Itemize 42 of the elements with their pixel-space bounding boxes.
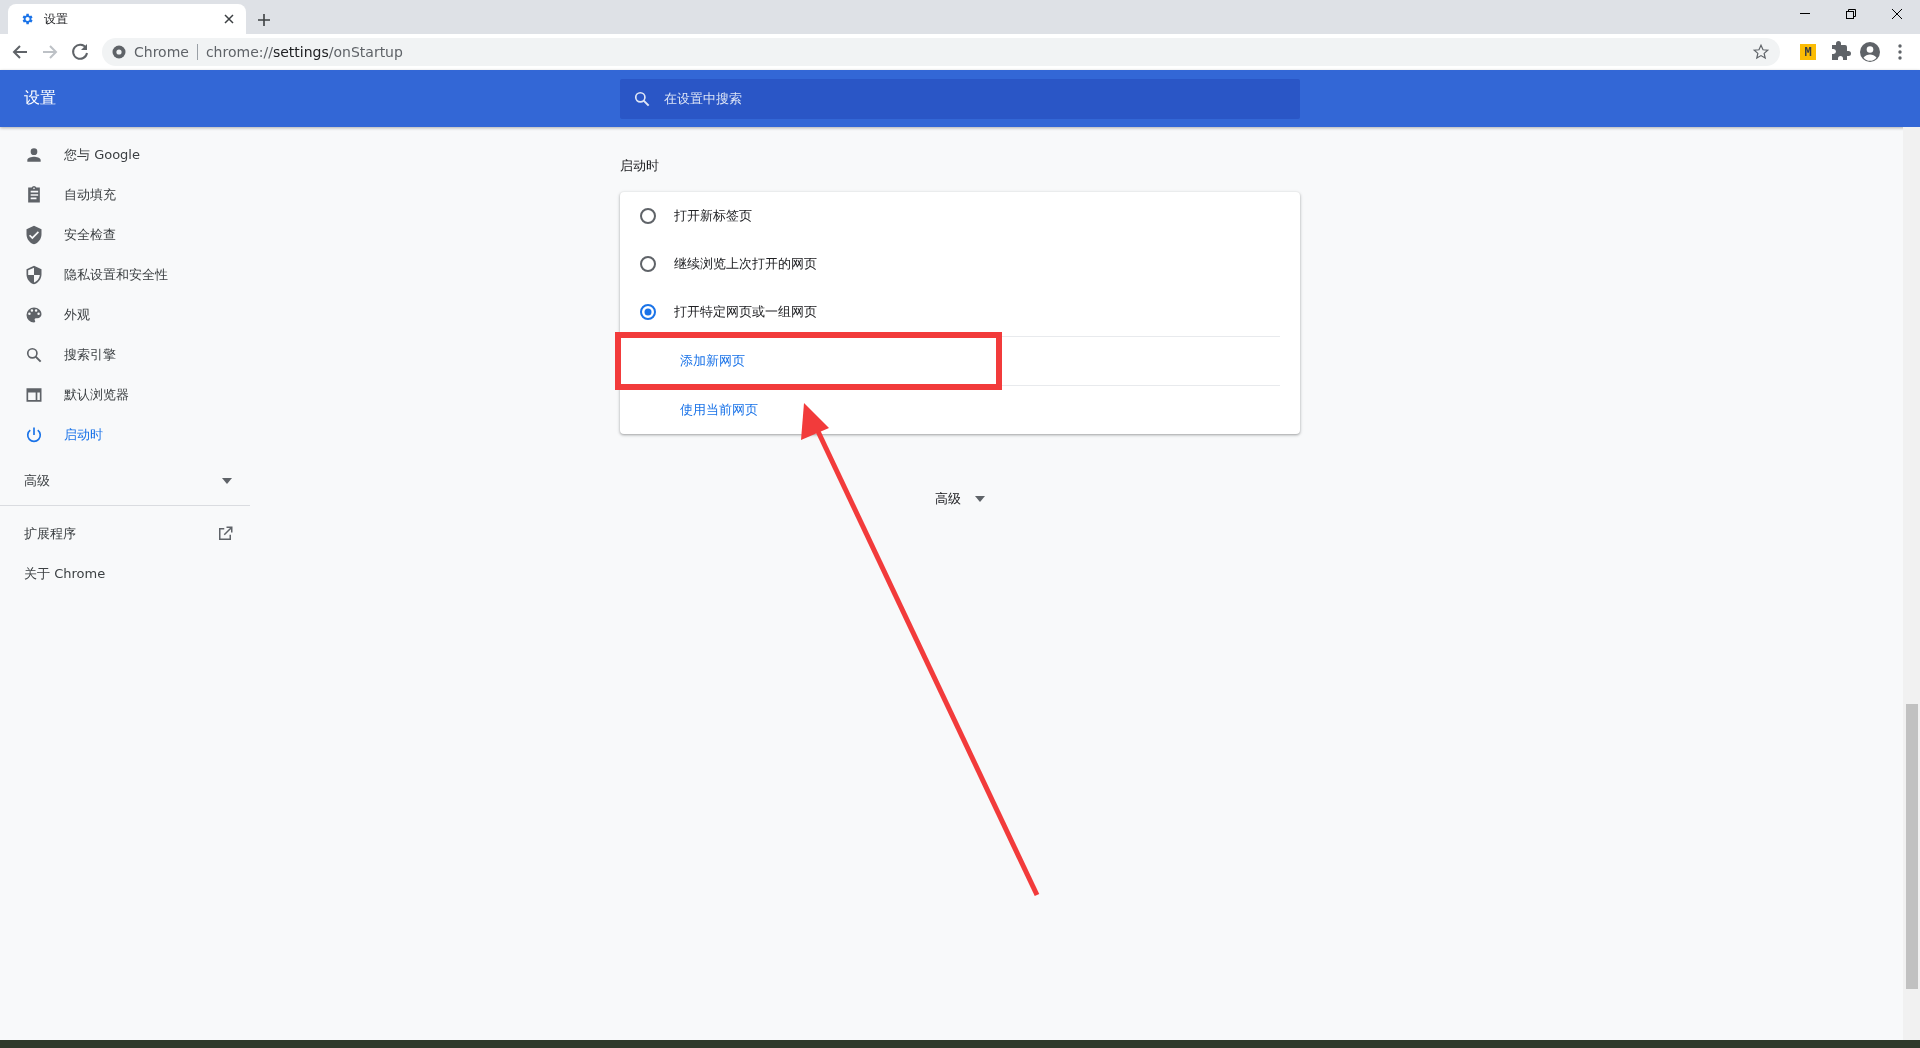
star-icon[interactable]	[1752, 43, 1770, 61]
advanced-button[interactable]: 高级	[935, 490, 985, 508]
sidebar-item[interactable]: 隐私设置和安全性	[0, 255, 250, 295]
radio-option[interactable]: 打开新标签页	[640, 192, 1280, 240]
radio-button[interactable]	[640, 208, 656, 224]
sidebar-item[interactable]: 您与 Google	[0, 135, 250, 175]
page-title: 设置	[23, 88, 57, 109]
radio-button[interactable]	[640, 256, 656, 272]
sidebar-item[interactable]: 自动填充	[0, 175, 250, 215]
extension-badge[interactable]: M	[1800, 44, 1816, 60]
radio-button[interactable]	[640, 304, 656, 320]
shield-icon	[24, 265, 44, 285]
power-icon	[24, 425, 44, 445]
search-icon	[24, 345, 44, 365]
radio-option[interactable]: 打开特定网页或一组网页	[640, 288, 1280, 336]
sidebar-item[interactable]: 默认浏览器	[0, 375, 250, 415]
browser-icon	[24, 385, 44, 405]
close-icon[interactable]	[224, 14, 234, 24]
profile-icon[interactable]	[1858, 40, 1882, 64]
person-icon	[24, 145, 44, 165]
shield-check-icon	[24, 225, 44, 245]
caret-icon	[975, 496, 985, 502]
sidebar-item[interactable]: 扩展程序	[0, 514, 250, 554]
sidebar-item[interactable]: 启动时	[0, 415, 250, 455]
sidebar-item[interactable]: 关于 Chrome	[0, 554, 250, 594]
scrollbar[interactable]	[1903, 127, 1920, 1040]
section-title: 启动时	[620, 157, 660, 175]
external-link-icon	[216, 525, 234, 543]
gear-icon	[20, 12, 34, 26]
address-bar[interactable]: Chrome chrome://settings/onStartup	[102, 38, 1780, 66]
sidebar-item[interactable]: 搜索引擎	[0, 335, 250, 375]
palette-icon	[24, 305, 44, 325]
search-field[interactable]: 在设置中搜索	[620, 78, 1300, 119]
link[interactable]: 添加新网页	[640, 352, 745, 370]
browser-tab[interactable]: 设置	[8, 4, 246, 34]
radio-option[interactable]: 继续浏览上次打开的网页	[640, 240, 1280, 288]
sidebar-item[interactable]: 外观	[0, 295, 250, 335]
caret-icon	[222, 478, 232, 484]
link[interactable]: 使用当前网页	[640, 401, 758, 419]
advanced-section[interactable]: 高级	[0, 457, 250, 506]
sidebar-item[interactable]: 安全检查	[0, 215, 250, 255]
new-tab-icon[interactable]	[258, 14, 270, 26]
